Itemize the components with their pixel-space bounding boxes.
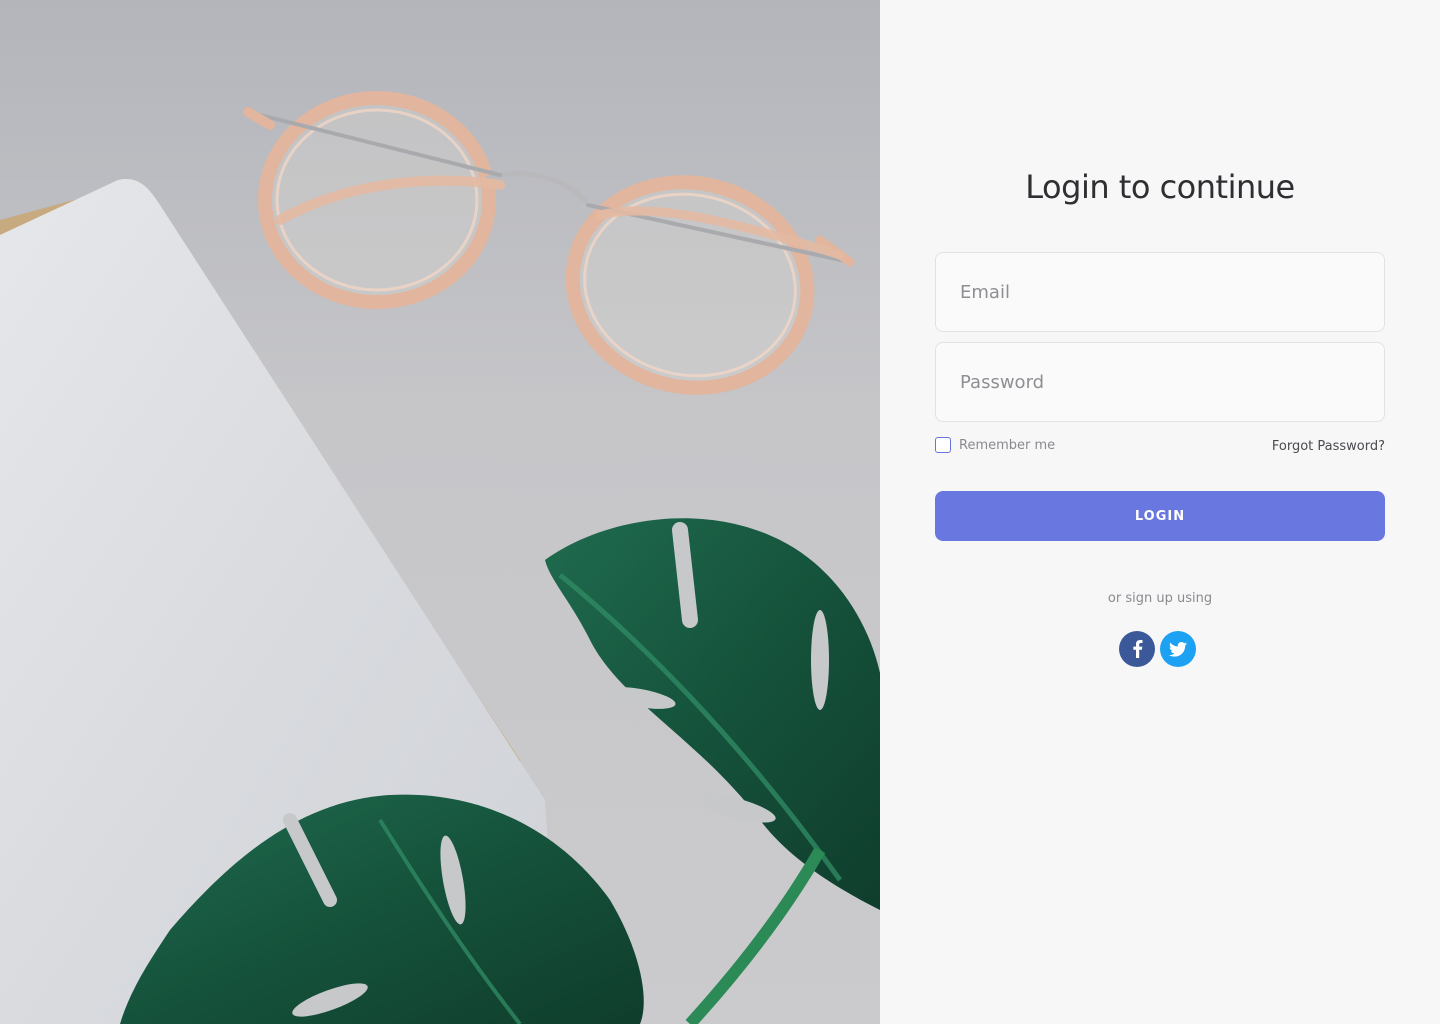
password-field-container bbox=[935, 342, 1385, 422]
login-button[interactable]: LOGIN bbox=[935, 491, 1385, 541]
hero-photo-illustration bbox=[0, 0, 880, 1024]
twitter-icon bbox=[1169, 641, 1187, 657]
password-field[interactable] bbox=[936, 343, 1384, 421]
social-login-group bbox=[1119, 631, 1196, 667]
hero-photo bbox=[0, 0, 880, 1024]
login-page: Login to continue Remember me Forgot Pas… bbox=[0, 0, 1440, 1024]
email-field-container bbox=[935, 252, 1385, 332]
remember-me-control[interactable]: Remember me bbox=[935, 437, 1055, 453]
facebook-button[interactable] bbox=[1119, 631, 1155, 667]
twitter-button[interactable] bbox=[1160, 631, 1196, 667]
signup-alt-text: or sign up using bbox=[1107, 591, 1213, 606]
email-field[interactable] bbox=[936, 253, 1384, 331]
page-title: Login to continue bbox=[1025, 168, 1295, 206]
remember-me-checkbox[interactable] bbox=[935, 437, 951, 453]
login-form-panel: Login to continue Remember me Forgot Pas… bbox=[880, 0, 1440, 1024]
facebook-icon bbox=[1132, 640, 1142, 658]
login-options-row: Remember me Forgot Password? bbox=[935, 437, 1385, 457]
remember-me-label: Remember me bbox=[959, 437, 1056, 453]
forgot-password-link[interactable]: Forgot Password? bbox=[1272, 439, 1385, 454]
